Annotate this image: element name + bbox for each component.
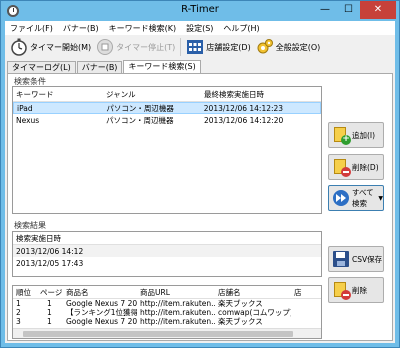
search-all-label: すべて検索 bbox=[352, 188, 374, 208]
start-timer-button[interactable]: タイマー開始(M) bbox=[10, 36, 91, 58]
result-rank: 1 bbox=[16, 299, 21, 308]
column-rank[interactable]: 順位 bbox=[13, 287, 37, 298]
condition-row[interactable]: Nexus パソコン・周辺機器 2013/12/06 14:12:20 bbox=[13, 114, 321, 126]
column-page[interactable]: ページ bbox=[37, 287, 63, 298]
horizontal-scrollbar[interactable] bbox=[13, 328, 321, 338]
result-page: 1 bbox=[47, 308, 52, 317]
date-value: 2013/12/05 17:43 bbox=[16, 258, 84, 268]
result-url: http://item.rakuten... bbox=[140, 308, 215, 317]
csv-save-label: CSV保存 bbox=[352, 254, 383, 264]
scrollbar-thumb[interactable] bbox=[23, 331, 293, 337]
condition-row[interactable]: iPad パソコン・周辺機器 2013/12/06 14:12:23 bbox=[13, 102, 321, 114]
result-rank: 3 bbox=[16, 317, 21, 326]
csv-save-button[interactable]: CSV保存 bbox=[328, 246, 384, 272]
start-timer-label: タイマー開始(M) bbox=[30, 42, 92, 52]
result-shop: 楽天ブックス bbox=[218, 317, 263, 326]
minimize-button[interactable]: — bbox=[313, 1, 337, 19]
remove-document-icon bbox=[332, 281, 351, 300]
result-name: Google Nexus 7 20... bbox=[66, 317, 137, 326]
conditions-header: キーワード ジャンル 最終検索実施日時 bbox=[13, 87, 321, 102]
menu-settings[interactable]: 設定(S) bbox=[181, 23, 218, 34]
title-bar: R-Timer — ☐ ✕ bbox=[1, 1, 399, 21]
maximize-button[interactable]: ☐ bbox=[337, 1, 360, 19]
keyword-search-panel: 検索条件 キーワード ジャンル 最終検索実施日時 iPad パソコン・周辺機器 … bbox=[7, 73, 393, 341]
menu-file[interactable]: ファイル(F) bbox=[5, 23, 58, 34]
column-product-url[interactable]: 商品URL bbox=[137, 287, 215, 298]
column-last-search[interactable]: 最終検索実施日時 bbox=[201, 89, 321, 100]
delete-result-button[interactable]: 削除 bbox=[328, 277, 384, 303]
column-search-date[interactable]: 検索実施日時 bbox=[13, 233, 61, 244]
menu-help[interactable]: ヘルプ(H) bbox=[218, 23, 264, 34]
tab-keyword-search[interactable]: キーワード検索(S) bbox=[123, 60, 201, 74]
toolbar: タイマー開始(M) タイマー停止(T) 店舗設定(D) 全般設定(O) bbox=[5, 35, 395, 59]
result-row[interactable]: 3 1 Google Nexus 7 20... http://item.rak… bbox=[13, 317, 321, 326]
column-shop[interactable]: 店 bbox=[291, 287, 321, 298]
remove-document-icon bbox=[332, 158, 351, 177]
fast-forward-icon bbox=[332, 189, 350, 207]
all-settings-label: 全般設定(O) bbox=[275, 42, 321, 52]
column-keyword[interactable]: キーワード bbox=[13, 89, 103, 100]
all-settings-button[interactable]: 全般設定(O) bbox=[256, 36, 321, 58]
stop-timer-button[interactable]: タイマー停止(T) bbox=[96, 36, 175, 58]
column-shop-name[interactable]: 店舗名 bbox=[215, 287, 291, 298]
menu-keyword-search[interactable]: キーワード検索(K) bbox=[104, 23, 182, 34]
floppy-disk-icon bbox=[332, 250, 350, 268]
condition-genre: パソコン・周辺機器 bbox=[106, 103, 174, 113]
search-all-button[interactable]: すべて検索 ▼ bbox=[328, 185, 384, 211]
column-product-name[interactable]: 商品名 bbox=[63, 287, 137, 298]
result-url: http://item.rakuten... bbox=[140, 299, 215, 308]
app-window: R-Timer — ☐ ✕ ファイル(F) バナー(B) キーワード検索(K) … bbox=[0, 0, 400, 348]
column-genre[interactable]: ジャンル bbox=[103, 89, 201, 100]
delete-condition-label: 削除(D) bbox=[352, 162, 379, 172]
add-button[interactable]: + 追加(I) bbox=[328, 122, 384, 148]
delete-result-label: 削除 bbox=[352, 285, 367, 295]
search-dates-list[interactable]: 検索実施日時 2013/12/06 14:12 2013/12/05 17:43 bbox=[12, 231, 322, 277]
condition-genre: パソコン・周辺機器 bbox=[106, 115, 174, 125]
result-page: 1 bbox=[47, 299, 52, 308]
delete-condition-button[interactable]: 削除(D) bbox=[328, 154, 384, 180]
menu-banner[interactable]: バナー(B) bbox=[58, 23, 104, 34]
shop-settings-label: 店舗設定(D) bbox=[206, 42, 251, 52]
stop-icon bbox=[96, 38, 114, 56]
date-row[interactable]: 2013/12/05 17:43 bbox=[13, 257, 321, 269]
condition-keyword: Nexus bbox=[16, 115, 40, 125]
conditions-list[interactable]: キーワード ジャンル 最終検索実施日時 iPad パソコン・周辺機器 2013/… bbox=[12, 86, 322, 214]
results-table[interactable]: 順位 ページ 商品名 商品URL 店舗名 店 1 1 Google Nexus … bbox=[12, 285, 322, 339]
stop-timer-label: タイマー停止(T) bbox=[116, 42, 176, 52]
dates-header: 検索実施日時 bbox=[13, 232, 321, 245]
gears-icon bbox=[256, 38, 274, 56]
client-area: ファイル(F) バナー(B) キーワード検索(K) 設定(S) ヘルプ(H) タ… bbox=[5, 21, 395, 343]
add-document-icon: + bbox=[332, 126, 351, 145]
close-button[interactable]: ✕ bbox=[360, 1, 396, 19]
add-label: 追加(I) bbox=[352, 130, 376, 140]
condition-last-search: 2013/12/06 14:12:23 bbox=[203, 103, 284, 113]
stopwatch-icon bbox=[10, 38, 28, 56]
date-value: 2013/12/06 14:12 bbox=[16, 246, 84, 256]
results-section-title: 検索結果 bbox=[14, 221, 46, 230]
result-url: http://item.rakuten... bbox=[140, 317, 215, 326]
tab-strip: タイマーログ(L) バナー(B) キーワード検索(S) bbox=[7, 60, 202, 74]
menu-bar: ファイル(F) バナー(B) キーワード検索(K) 設定(S) ヘルプ(H) bbox=[5, 21, 395, 35]
date-row[interactable]: 2013/12/06 14:12 bbox=[13, 245, 321, 257]
result-rank: 2 bbox=[16, 308, 21, 317]
shop-grid-icon bbox=[186, 38, 204, 56]
result-page: 1 bbox=[47, 317, 52, 326]
condition-keyword: iPad bbox=[17, 103, 33, 113]
condition-last-search: 2013/12/06 14:12:20 bbox=[204, 115, 284, 125]
shop-settings-button[interactable]: 店舗設定(D) bbox=[186, 36, 251, 58]
chevron-down-icon[interactable]: ▼ bbox=[378, 195, 383, 202]
toolbar-separator bbox=[180, 38, 182, 56]
